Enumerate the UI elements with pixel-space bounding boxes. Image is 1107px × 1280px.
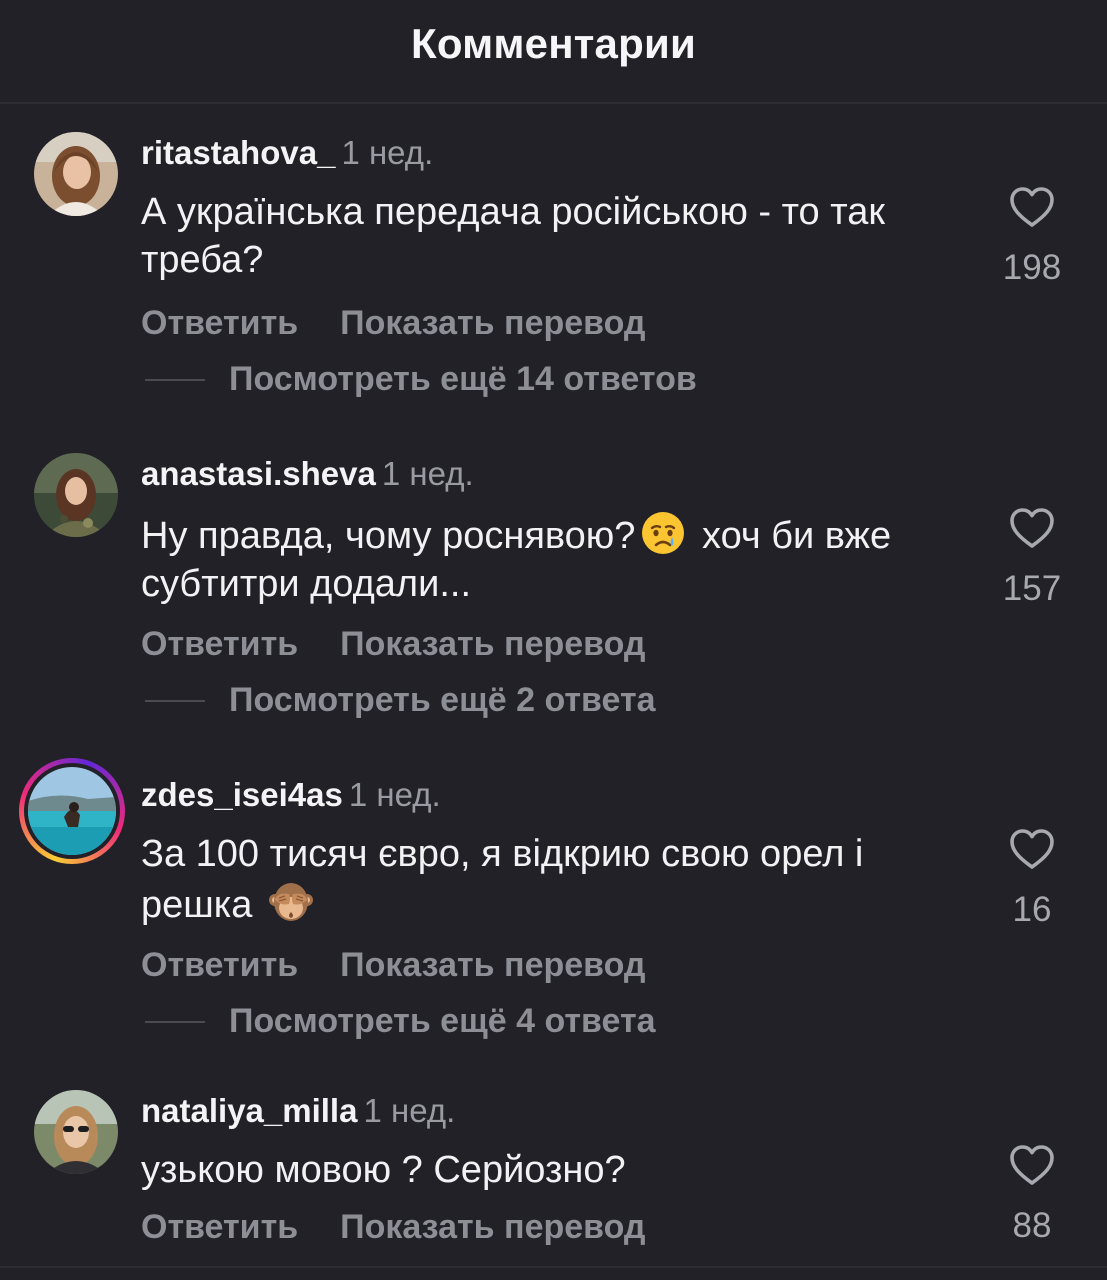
comment-text-part: За 100 тисяч євро, я відкрию свою орел і… [141, 833, 864, 926]
like-count: 88 [1012, 1206, 1052, 1245]
show-translation-button[interactable]: Показать перевод [340, 625, 645, 663]
comment-meta: anastasi.sheva 1 нед. [141, 455, 474, 493]
like-count: 198 [1002, 248, 1062, 287]
avatar[interactable] [34, 132, 118, 216]
like-count: 157 [1002, 569, 1062, 608]
view-replies-label: Посмотреть ещё 2 ответа [229, 681, 656, 719]
comment-text-part: Ну правда, чому роснявою? [141, 515, 636, 557]
comment-text: Ну правда, чому роснявою? хоч би вже суб… [141, 509, 971, 608]
comment-actions: Ответить Показать перевод [141, 625, 646, 664]
view-replies-button[interactable]: Посмотреть ещё 4 ответа [145, 1002, 656, 1041]
see-no-evil-monkey-icon [267, 878, 315, 926]
page-title: Комментарии [410, 20, 697, 67]
reply-button[interactable]: Ответить [141, 946, 298, 984]
reply-button[interactable]: Ответить [141, 304, 298, 342]
comment-actions: Ответить Показать перевод [141, 304, 646, 343]
timestamp: 1 нед. [348, 776, 441, 813]
comment-meta: ritastahova_ 1 нед. [141, 134, 433, 172]
timestamp: 1 нед. [381, 455, 474, 492]
heart-outline-icon[interactable] [1009, 1144, 1055, 1186]
avatar-story-ring[interactable] [19, 758, 125, 864]
view-replies-button[interactable]: Посмотреть ещё 2 ответа [145, 681, 656, 720]
avatar [28, 767, 116, 855]
like-area: 16 [990, 828, 1074, 930]
show-translation-button[interactable]: Показать перевод [340, 304, 645, 342]
username[interactable]: zdes_isei4as [141, 776, 343, 813]
username[interactable]: anastasi.sheva [141, 455, 376, 492]
view-replies-label: Посмотреть ещё 14 ответов [229, 360, 697, 398]
replies-divider [145, 1020, 205, 1023]
like-area: 157 [990, 507, 1074, 609]
like-area: 88 [990, 1144, 1074, 1246]
crying-face-icon [639, 509, 687, 557]
heart-outline-icon[interactable] [1009, 828, 1055, 870]
reply-button[interactable]: Ответить [141, 1208, 298, 1246]
divider [0, 1266, 1107, 1268]
view-replies-button[interactable]: Посмотреть ещё 14 ответов [145, 360, 697, 399]
avatar[interactable] [34, 1090, 118, 1174]
timestamp: 1 нед. [363, 1092, 456, 1129]
timestamp: 1 нед. [341, 134, 434, 171]
comment-text: узькою мовою ? Серйозно? [141, 1149, 626, 1191]
like-area: 198 [990, 186, 1074, 288]
comment-actions: Ответить Показать перевод [141, 946, 646, 985]
comment-text: А українська передача російською - то та… [141, 191, 885, 281]
comment-meta: nataliya_milla 1 нед. [141, 1092, 455, 1130]
username[interactable]: ritastahova_ [141, 134, 335, 171]
username[interactable]: nataliya_milla [141, 1092, 357, 1129]
heart-outline-icon[interactable] [1009, 507, 1055, 549]
show-translation-button[interactable]: Показать перевод [340, 1208, 645, 1246]
replies-divider [145, 378, 205, 381]
heart-outline-icon[interactable] [1009, 186, 1055, 228]
comment-actions: Ответить Показать перевод [141, 1208, 646, 1247]
like-count: 16 [1012, 890, 1052, 929]
avatar[interactable] [34, 453, 118, 537]
replies-divider [145, 699, 205, 702]
show-translation-button[interactable]: Показать перевод [340, 946, 645, 984]
comments-header: Комментарии [0, 0, 1107, 104]
view-replies-label: Посмотреть ещё 4 ответа [229, 1002, 656, 1040]
reply-button[interactable]: Ответить [141, 625, 298, 663]
comment-meta: zdes_isei4as 1 нед. [141, 776, 441, 814]
comment-text: За 100 тисяч євро, я відкрию свою орел і… [141, 830, 971, 929]
